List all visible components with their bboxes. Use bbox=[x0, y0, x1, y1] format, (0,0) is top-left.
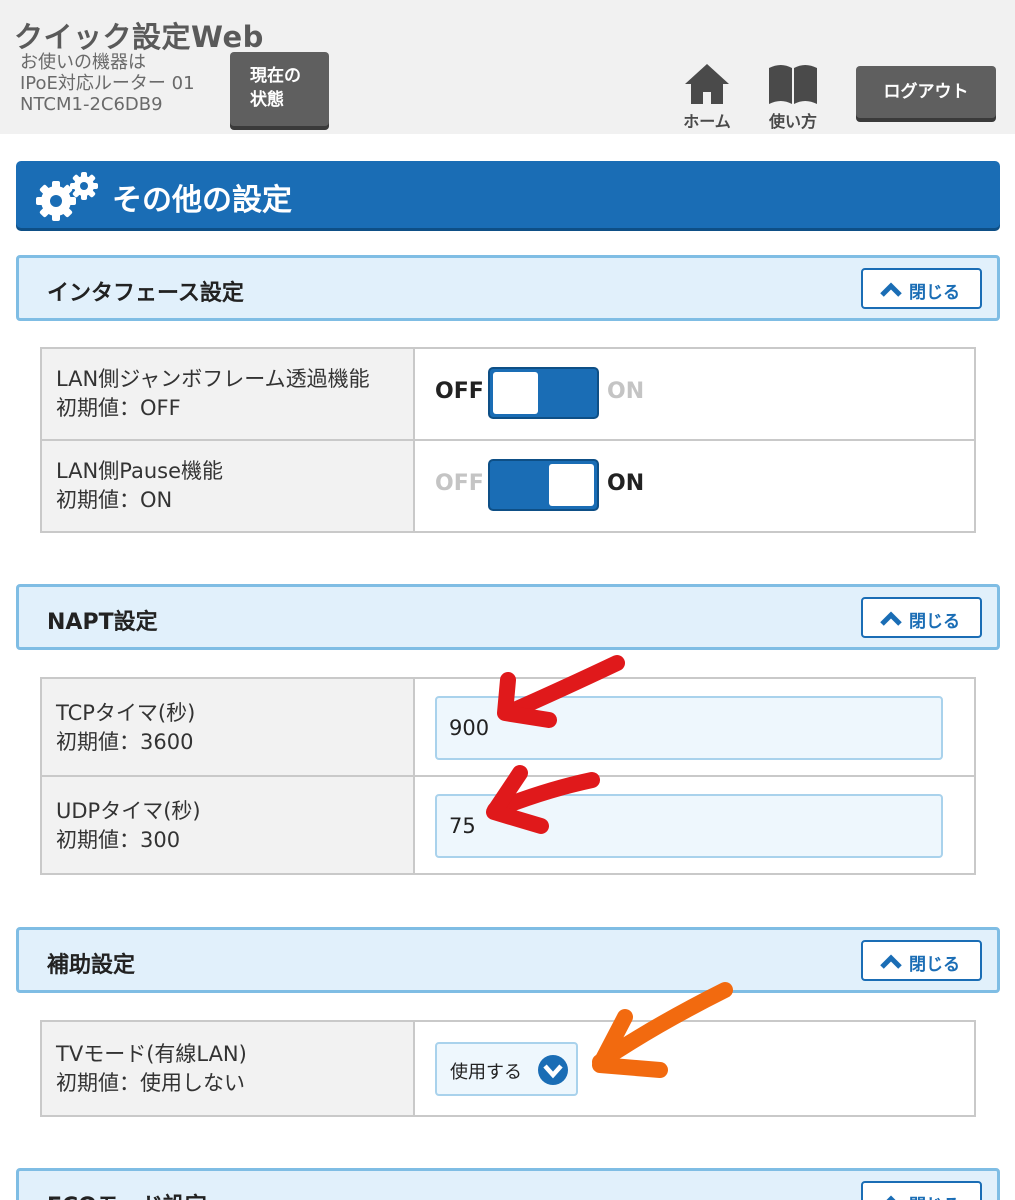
row-value bbox=[415, 679, 974, 775]
howto-label: 使い方 bbox=[768, 112, 817, 131]
toggle-on-label: ON bbox=[607, 471, 645, 496]
aux-table: TVモード(有線LAN) 初期値：使用しない 使用する bbox=[40, 1020, 976, 1117]
tcp-timer-input[interactable] bbox=[435, 696, 943, 760]
chevron-up-icon bbox=[880, 611, 902, 626]
setting-name: UDPタイマ(秒) bbox=[56, 799, 201, 823]
current-status-button[interactable]: 現在の 状態 bbox=[230, 52, 329, 126]
row-value: OFF ON bbox=[415, 349, 974, 439]
close-interface-button[interactable]: 閉じる bbox=[861, 268, 982, 309]
home-icon bbox=[685, 64, 729, 104]
book-icon bbox=[769, 65, 817, 104]
chevron-up-icon bbox=[886, 1195, 896, 1200]
close-label: 閉じる bbox=[909, 612, 960, 632]
status-button-line: 現在の bbox=[250, 66, 301, 86]
toggle-knob[interactable] bbox=[493, 372, 538, 414]
section-title: ECOモード設定 bbox=[47, 1188, 207, 1200]
row-label: LAN側Pause機能 初期値：ON bbox=[42, 441, 415, 531]
default-value: 初期値：300 bbox=[56, 828, 181, 852]
interface-table: LAN側ジャンボフレーム透過機能 初期値：OFF OFF ON LAN側Paus… bbox=[40, 347, 976, 533]
row-value: OFF ON bbox=[415, 441, 974, 531]
pause-toggle[interactable] bbox=[488, 459, 599, 511]
home-label: ホーム bbox=[683, 112, 731, 131]
section-eco-header: ECOモード設定 閉じる bbox=[16, 1168, 1000, 1200]
setting-name: TVモード(有線LAN) bbox=[56, 1042, 247, 1066]
jumbo-frame-toggle[interactable] bbox=[488, 367, 599, 419]
toggle-off-label: OFF bbox=[435, 379, 484, 404]
toggle-off-label: OFF bbox=[435, 471, 484, 496]
close-eco-button[interactable]: 閉じる bbox=[861, 1181, 982, 1200]
napt-table: TCPタイマ(秒) 初期値：3600 UDPタイマ(秒) 初期値：300 bbox=[40, 677, 976, 875]
row-label: TVモード(有線LAN) 初期値：使用しない bbox=[42, 1022, 415, 1115]
setting-name: LAN側Pause機能 bbox=[56, 459, 224, 483]
row-value: 使用する bbox=[415, 1022, 974, 1115]
app-title: クイック設定Web bbox=[14, 20, 264, 54]
section-interface-header: インタフェース設定 閉じる bbox=[16, 255, 1000, 321]
page-title-bar: その他の設定 bbox=[16, 161, 1000, 228]
home-button[interactable]: ホーム bbox=[672, 62, 742, 131]
table-row: LAN側Pause機能 初期値：ON OFF ON bbox=[42, 441, 974, 531]
table-row: UDPタイマ(秒) 初期値：300 bbox=[42, 777, 974, 873]
close-label: 閉じる bbox=[909, 283, 960, 303]
select-value: 使用する bbox=[450, 1062, 522, 1083]
chevron-up-icon bbox=[880, 954, 902, 969]
close-label: 閉じる bbox=[909, 1191, 960, 1200]
default-value: 初期値：ON bbox=[56, 488, 173, 512]
section-napt-header: NAPT設定 閉じる bbox=[16, 584, 1000, 650]
howto-button[interactable]: 使い方 bbox=[758, 62, 828, 131]
row-label: UDPタイマ(秒) 初期値：300 bbox=[42, 777, 415, 873]
section-title: インタフェース設定 bbox=[47, 281, 244, 306]
table-row: LAN側ジャンボフレーム透過機能 初期値：OFF OFF ON bbox=[42, 349, 974, 441]
page-title: その他の設定 bbox=[112, 183, 292, 218]
device-info: お使いの機器は IPoE対応ルーター 01 NTCM1-2C6DB9 bbox=[20, 52, 195, 115]
row-value bbox=[415, 777, 974, 873]
chevron-down-icon bbox=[538, 1055, 568, 1085]
close-aux-button[interactable]: 閉じる bbox=[861, 940, 982, 981]
close-label: 閉じる bbox=[909, 955, 960, 975]
header: クイック設定Web お使いの機器は IPoE対応ルーター 01 NTCM1-2C… bbox=[0, 0, 1015, 134]
setting-name: TCPタイマ(秒) bbox=[56, 701, 196, 725]
udp-timer-input[interactable] bbox=[435, 794, 943, 858]
section-aux-header: 補助設定 閉じる bbox=[16, 927, 1000, 993]
toggle-knob[interactable] bbox=[549, 464, 594, 506]
default-value: 初期値：使用しない bbox=[56, 1071, 245, 1095]
section-title: 補助設定 bbox=[47, 953, 136, 978]
table-row: TVモード(有線LAN) 初期値：使用しない 使用する bbox=[42, 1022, 974, 1115]
status-button-line: 状態 bbox=[250, 90, 284, 110]
section-title: NAPT設定 bbox=[47, 610, 158, 635]
toggle-on-label: ON bbox=[607, 379, 645, 404]
tv-mode-select[interactable]: 使用する bbox=[435, 1042, 578, 1096]
default-value: 初期値：3600 bbox=[56, 730, 194, 754]
row-label: TCPタイマ(秒) 初期値：3600 bbox=[42, 679, 415, 775]
device-info-line: NTCM1-2C6DB9 bbox=[20, 94, 163, 115]
table-row: TCPタイマ(秒) 初期値：3600 bbox=[42, 679, 974, 777]
device-info-line: IPoE対応ルーター 01 bbox=[20, 73, 195, 94]
row-label: LAN側ジャンボフレーム透過機能 初期値：OFF bbox=[42, 349, 415, 439]
setting-name: LAN側ジャンボフレーム透過機能 bbox=[56, 367, 370, 391]
gear-icon bbox=[36, 172, 98, 221]
device-info-line: お使いの機器は bbox=[20, 52, 146, 73]
logout-button[interactable]: ログアウト bbox=[856, 66, 996, 118]
default-value: 初期値：OFF bbox=[56, 396, 181, 420]
chevron-up-icon bbox=[880, 282, 902, 297]
close-napt-button[interactable]: 閉じる bbox=[861, 597, 982, 638]
